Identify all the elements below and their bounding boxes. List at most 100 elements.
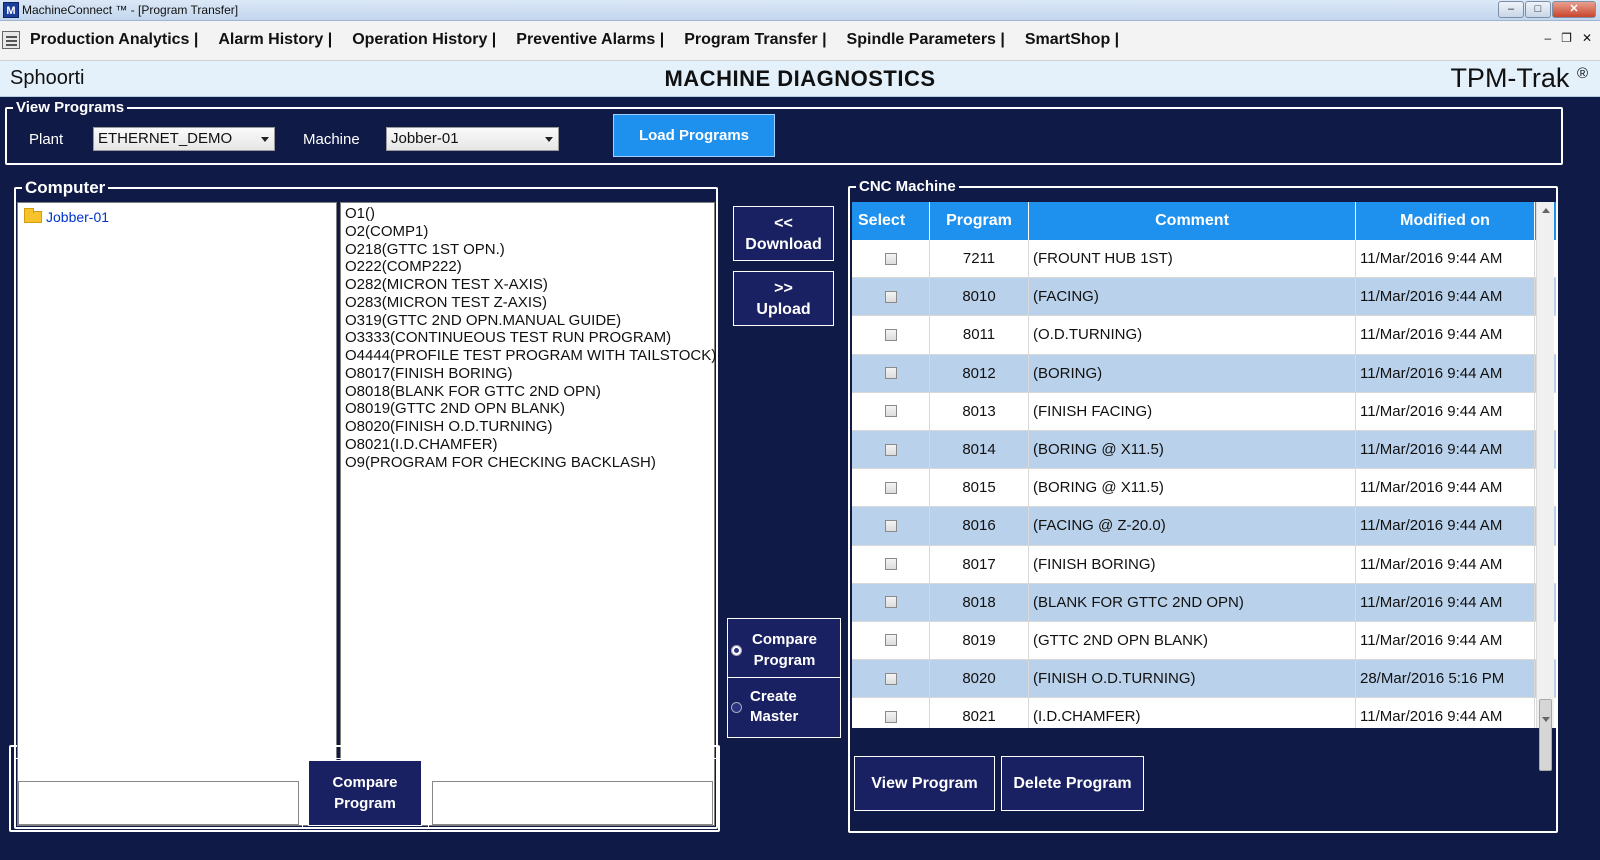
col-select[interactable]: Select [852,202,930,240]
grid-scrollbar[interactable] [1536,202,1554,771]
document-icon[interactable] [2,31,20,49]
menu-operation-history[interactable]: Operation History | [352,31,496,49]
row-checkbox[interactable] [884,328,897,341]
table-row[interactable]: 8012 (BORING) 11/Mar/2016 9:44 AM [852,354,1556,393]
computer-program-list[interactable]: O1() O2(COMP1) O218(GTTC 1ST OPN.) O222(COM… [340,202,716,826]
cnc-machine-legend: CNC Machine [859,178,956,195]
compare-program-radio-label: Compare Program [752,631,818,669]
modified-cell: 11/Mar/2016 9:44 AM [1356,507,1535,545]
scroll-thumb[interactable] [1539,699,1552,771]
table-row[interactable]: 8014 (BORING @ X11.5) 11/Mar/2016 9:44 AM [852,430,1556,470]
select-cell [852,698,930,728]
comment-cell: (FACING) [1029,278,1356,316]
row-checkbox[interactable] [884,558,897,571]
program-list-item[interactable]: O282(MICRON TEST X-AXIS) [345,276,716,294]
app-icon[interactable]: M [3,2,19,18]
program-cell: 8017 [930,545,1029,583]
program-list-item[interactable]: O9(PROGRAM FOR CHECKING BACKLASH) [345,454,716,472]
row-checkbox[interactable] [884,405,897,418]
table-row[interactable]: 8017 (FINISH BORING) 11/Mar/2016 9:44 AM [852,545,1556,584]
delete-program-button[interactable]: Delete Program [1001,756,1144,811]
program-list-item[interactable]: O8019(GTTC 2ND OPN BLANK) [345,400,716,418]
program2-label: Program - 2 [530,763,614,780]
maximize-icon[interactable]: □ [1525,1,1551,18]
create-master-radio[interactable]: Create Master [728,687,798,727]
scroll-down-icon[interactable] [1542,717,1550,722]
select-cell [852,240,930,278]
cnc-program-grid[interactable]: Select Program Comment Modified on 7211(… [852,202,1556,728]
program-list-item[interactable]: O319(GTTC 2ND OPN.MANUAL GUIDE) [345,312,716,330]
col-comment[interactable]: Comment [1029,202,1356,240]
machine-select[interactable]: Jobber-01 [386,127,559,151]
program-list-item[interactable]: O283(MICRON TEST Z-AXIS) [345,294,716,312]
row-checkbox[interactable] [884,710,897,723]
tree-item-label: Jobber-01 [46,209,110,225]
row-checkbox[interactable] [884,290,897,303]
mdi-minimize-icon[interactable]: – [1544,31,1551,45]
minimize-icon[interactable]: – [1498,1,1524,18]
program-cell: 8014 [930,430,1029,469]
scroll-up-icon[interactable] [1542,208,1550,213]
table-row[interactable]: 8010 (FACING) 11/Mar/2016 9:44 AM [852,278,1556,317]
program-list-item[interactable]: O8018(BLANK FOR GTTC 2ND OPN) [345,383,716,401]
download-button[interactable]: << Download [733,206,834,261]
program-list-item[interactable]: O8017(FINISH BORING) [345,365,716,383]
table-row[interactable]: 8016 (FACING @ Z-20.0) 11/Mar/2016 9:44 AM [852,507,1556,546]
select-cell [852,545,930,583]
menu-preventive-alarms[interactable]: Preventive Alarms | [516,31,664,49]
folder-tree[interactable]: Jobber-01 [17,202,337,826]
program-list-item[interactable]: O8020(FINISH O.D.TURNING) [345,418,716,436]
table-row[interactable]: 8018 (BLANK FOR GTTC 2ND OPN) 11/Mar/2016 … [852,583,1556,622]
table-row[interactable]: 8013 (FINISH FACING) 11/Mar/2016 9:44 AM [852,392,1556,431]
program-list-item[interactable]: O3333(CONTINUEOUS TEST RUN PROGRAM) [345,329,716,347]
col-modified[interactable]: Modified on [1356,202,1535,240]
menu-alarm-history[interactable]: Alarm History | [218,31,332,49]
row-checkbox[interactable] [884,443,897,456]
window-title: MachineConnect ™ - [Program Transfer] [22,3,239,17]
row-checkbox[interactable] [884,481,897,494]
menu-smartshop[interactable]: SmartShop | [1025,31,1119,49]
program-list-item[interactable]: O2(COMP1) [345,223,716,241]
upload-button[interactable]: >> Upload [733,271,834,326]
plant-select[interactable]: ETHERNET_DEMO [93,127,275,151]
program-list-item[interactable]: O8021(I.D.CHAMFER) [345,436,716,454]
select-cell [852,430,930,469]
row-checkbox[interactable] [884,252,897,265]
row-checkbox[interactable] [884,634,897,647]
brand-logo: TPM-Trak ® [1450,63,1588,93]
table-row[interactable]: 8021 (I.D.CHAMFER) 11/Mar/2016 9:44 AM [852,698,1556,728]
title-bar: M MachineConnect ™ - [Program Transfer] … [0,0,1600,21]
menu-program-transfer[interactable]: Program Transfer | [684,31,826,49]
table-row[interactable]: 8020 (FINISH O.D.TURNING) 28/Mar/2016 5:16… [852,660,1556,699]
row-checkbox[interactable] [884,519,897,532]
table-row[interactable]: 8011 (O.D.TURNING) 11/Mar/2016 9:44 AM [852,316,1556,355]
view-programs-legend: View Programs [16,99,125,116]
close-icon[interactable]: ✕ [1552,1,1596,18]
mdi-restore-icon[interactable]: ❐ [1561,31,1572,45]
load-programs-button[interactable]: Load Programs [613,114,775,157]
menu-spindle-parameters[interactable]: Spindle Parameters | [847,31,1005,49]
program-list-item[interactable]: O218(GTTC 1ST OPN.) [345,241,716,259]
table-row[interactable]: 7211 (FROUNT HUB 1ST) 11/Mar/2016 9:44 AM [852,240,1556,279]
menu-production-analytics[interactable]: Production Analytics | [30,31,198,49]
grid-header: Select Program Comment Modified on [852,202,1556,240]
view-program-button[interactable]: View Program [854,756,995,811]
row-checkbox[interactable] [884,596,897,609]
compare-program-radio[interactable]: Compare Program [728,629,817,671]
program-list-item[interactable]: O1() [345,205,716,223]
mdi-close-icon[interactable]: ✕ [1582,31,1592,45]
main-area: View Programs Plant ETHERNET_DEMO Machin… [0,97,1600,860]
program-list-item[interactable]: O222(COMP222) [345,258,716,276]
row-checkbox[interactable] [884,367,897,380]
table-row[interactable]: 8019 (GTTC 2ND OPN BLANK) 11/Mar/2016 9:44… [852,621,1556,661]
program-cell: 8019 [930,621,1029,660]
program-list-item[interactable]: O4444(PROFILE TEST PROGRAM WITH TAILSTOC… [345,347,716,365]
table-row[interactable]: 8015 (BORING @ X11.5) 11/Mar/2016 9:44 AM [852,469,1556,508]
menu-items: Production Analytics | Alarm History | O… [30,31,1139,49]
program1-input[interactable] [18,781,299,825]
row-checkbox[interactable] [884,672,897,685]
compare-program-button[interactable]: Compare Program [308,760,422,826]
col-program[interactable]: Program [930,202,1029,240]
tree-item-jobber[interactable]: Jobber-01 [24,208,110,225]
program2-input[interactable] [432,781,713,825]
